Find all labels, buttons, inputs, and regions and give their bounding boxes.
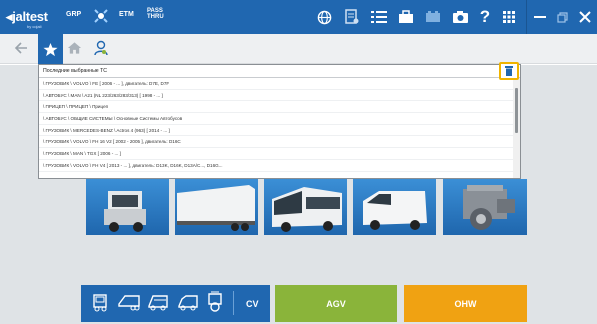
briefcase-icon[interactable] [397,8,415,26]
engine-icon[interactable] [205,290,225,317]
ohw-button[interactable]: OHW [404,285,527,322]
nav-etm[interactable]: ETM [119,11,134,18]
list-item[interactable]: \ АВТОБУС \ MAN \ A21 (NL 223/263/283/31… [39,90,513,102]
scrollbar-thumb[interactable] [515,88,518,133]
tow-truck-icon[interactable] [90,291,112,318]
clear-history-button[interactable] [499,62,519,80]
list-item[interactable]: \ ГРУЗОВИК \ MERCEDES-BENZ \ Actros 4 (9… [39,125,513,137]
top-bar: ◂jaltest by cojali GRP ETM PASS THRU ? [0,0,597,34]
trailer-icon[interactable] [117,292,141,317]
list-item[interactable]: \ ГРУЗОВИК \ MAN \ TGX [ 2006 - ... ] [39,148,513,160]
list-item[interactable]: \ ГРУЗОВИК \ VOLVO \ FE [ 2006 - ... ], … [39,78,513,90]
recent-vehicles-list: \ ГРУЗОВИК \ VOLVO \ FE [ 2006 - ... ], … [39,78,513,178]
tab-toolbar [0,34,597,64]
recent-vehicles-title: Последние выбранные ТС [43,68,108,74]
tab-user[interactable] [94,40,108,61]
camera-icon[interactable] [451,8,469,26]
user-icon [94,40,108,56]
list-icon[interactable] [370,8,388,26]
restore-icon[interactable] [553,8,571,26]
battery-icon[interactable] [424,8,442,26]
recent-vehicles-header: Последние выбранные ТС [39,65,520,78]
nav-grp[interactable]: GRP [66,11,81,18]
bus-image [272,187,342,232]
minimize-icon[interactable] [531,8,549,26]
logo-subtitle: by cojali [27,24,42,29]
list-item[interactable]: \ ГРУЗОВИК \ VOLVO \ FH V4 [ 2013 - ... … [39,160,513,172]
agv-button[interactable]: AGV [275,285,397,322]
close-icon[interactable] [576,8,594,26]
trash-icon [505,66,513,76]
document-icon[interactable] [343,8,361,26]
apps-grid-icon[interactable] [500,8,518,26]
arrow-left-icon[interactable] [14,41,28,60]
tab-favorites[interactable] [38,34,63,64]
dropdown-scrollbar[interactable] [513,78,520,178]
topbar-divider [526,0,527,34]
star-icon [43,42,58,56]
list-item[interactable]: \ ГРУЗОВИК \ VOLVO \ FH 16 V2 [ 2002 - 2… [39,136,513,149]
van-image [363,191,427,230]
bus-icon[interactable] [147,292,169,317]
app-logo: ◂jaltest [6,9,48,24]
cv-label[interactable]: CV [246,299,259,309]
tile-bus[interactable] [264,179,347,235]
tab-home[interactable] [67,41,82,60]
help-icon[interactable]: ? [476,7,494,26]
trailer-image [177,185,255,231]
cv-divider [233,291,234,315]
engine-image [463,185,515,230]
home-icon [67,42,82,54]
tile-van[interactable] [353,179,436,235]
grp-satellite-icon[interactable] [92,7,110,25]
list-item[interactable]: \ АВТОБУС \ ОБЩИЕ СИСТЕМЫ \ Основные Сис… [39,113,513,125]
list-item[interactable]: \ ПРИЦЕП \ ПРИЦЕП \ Прицеп [39,101,513,114]
van-icon[interactable] [177,292,199,317]
nav-pass-thru[interactable]: PASS THRU [147,8,164,20]
truck-image [104,191,146,232]
recent-vehicles-dropdown: Последние выбранные ТС \ ГРУЗОВИК \ VOLV… [38,64,521,179]
globe-icon[interactable] [315,8,333,26]
tile-truck[interactable] [86,179,169,235]
tile-trailer[interactable] [175,179,258,235]
tile-engine[interactable] [443,179,527,235]
